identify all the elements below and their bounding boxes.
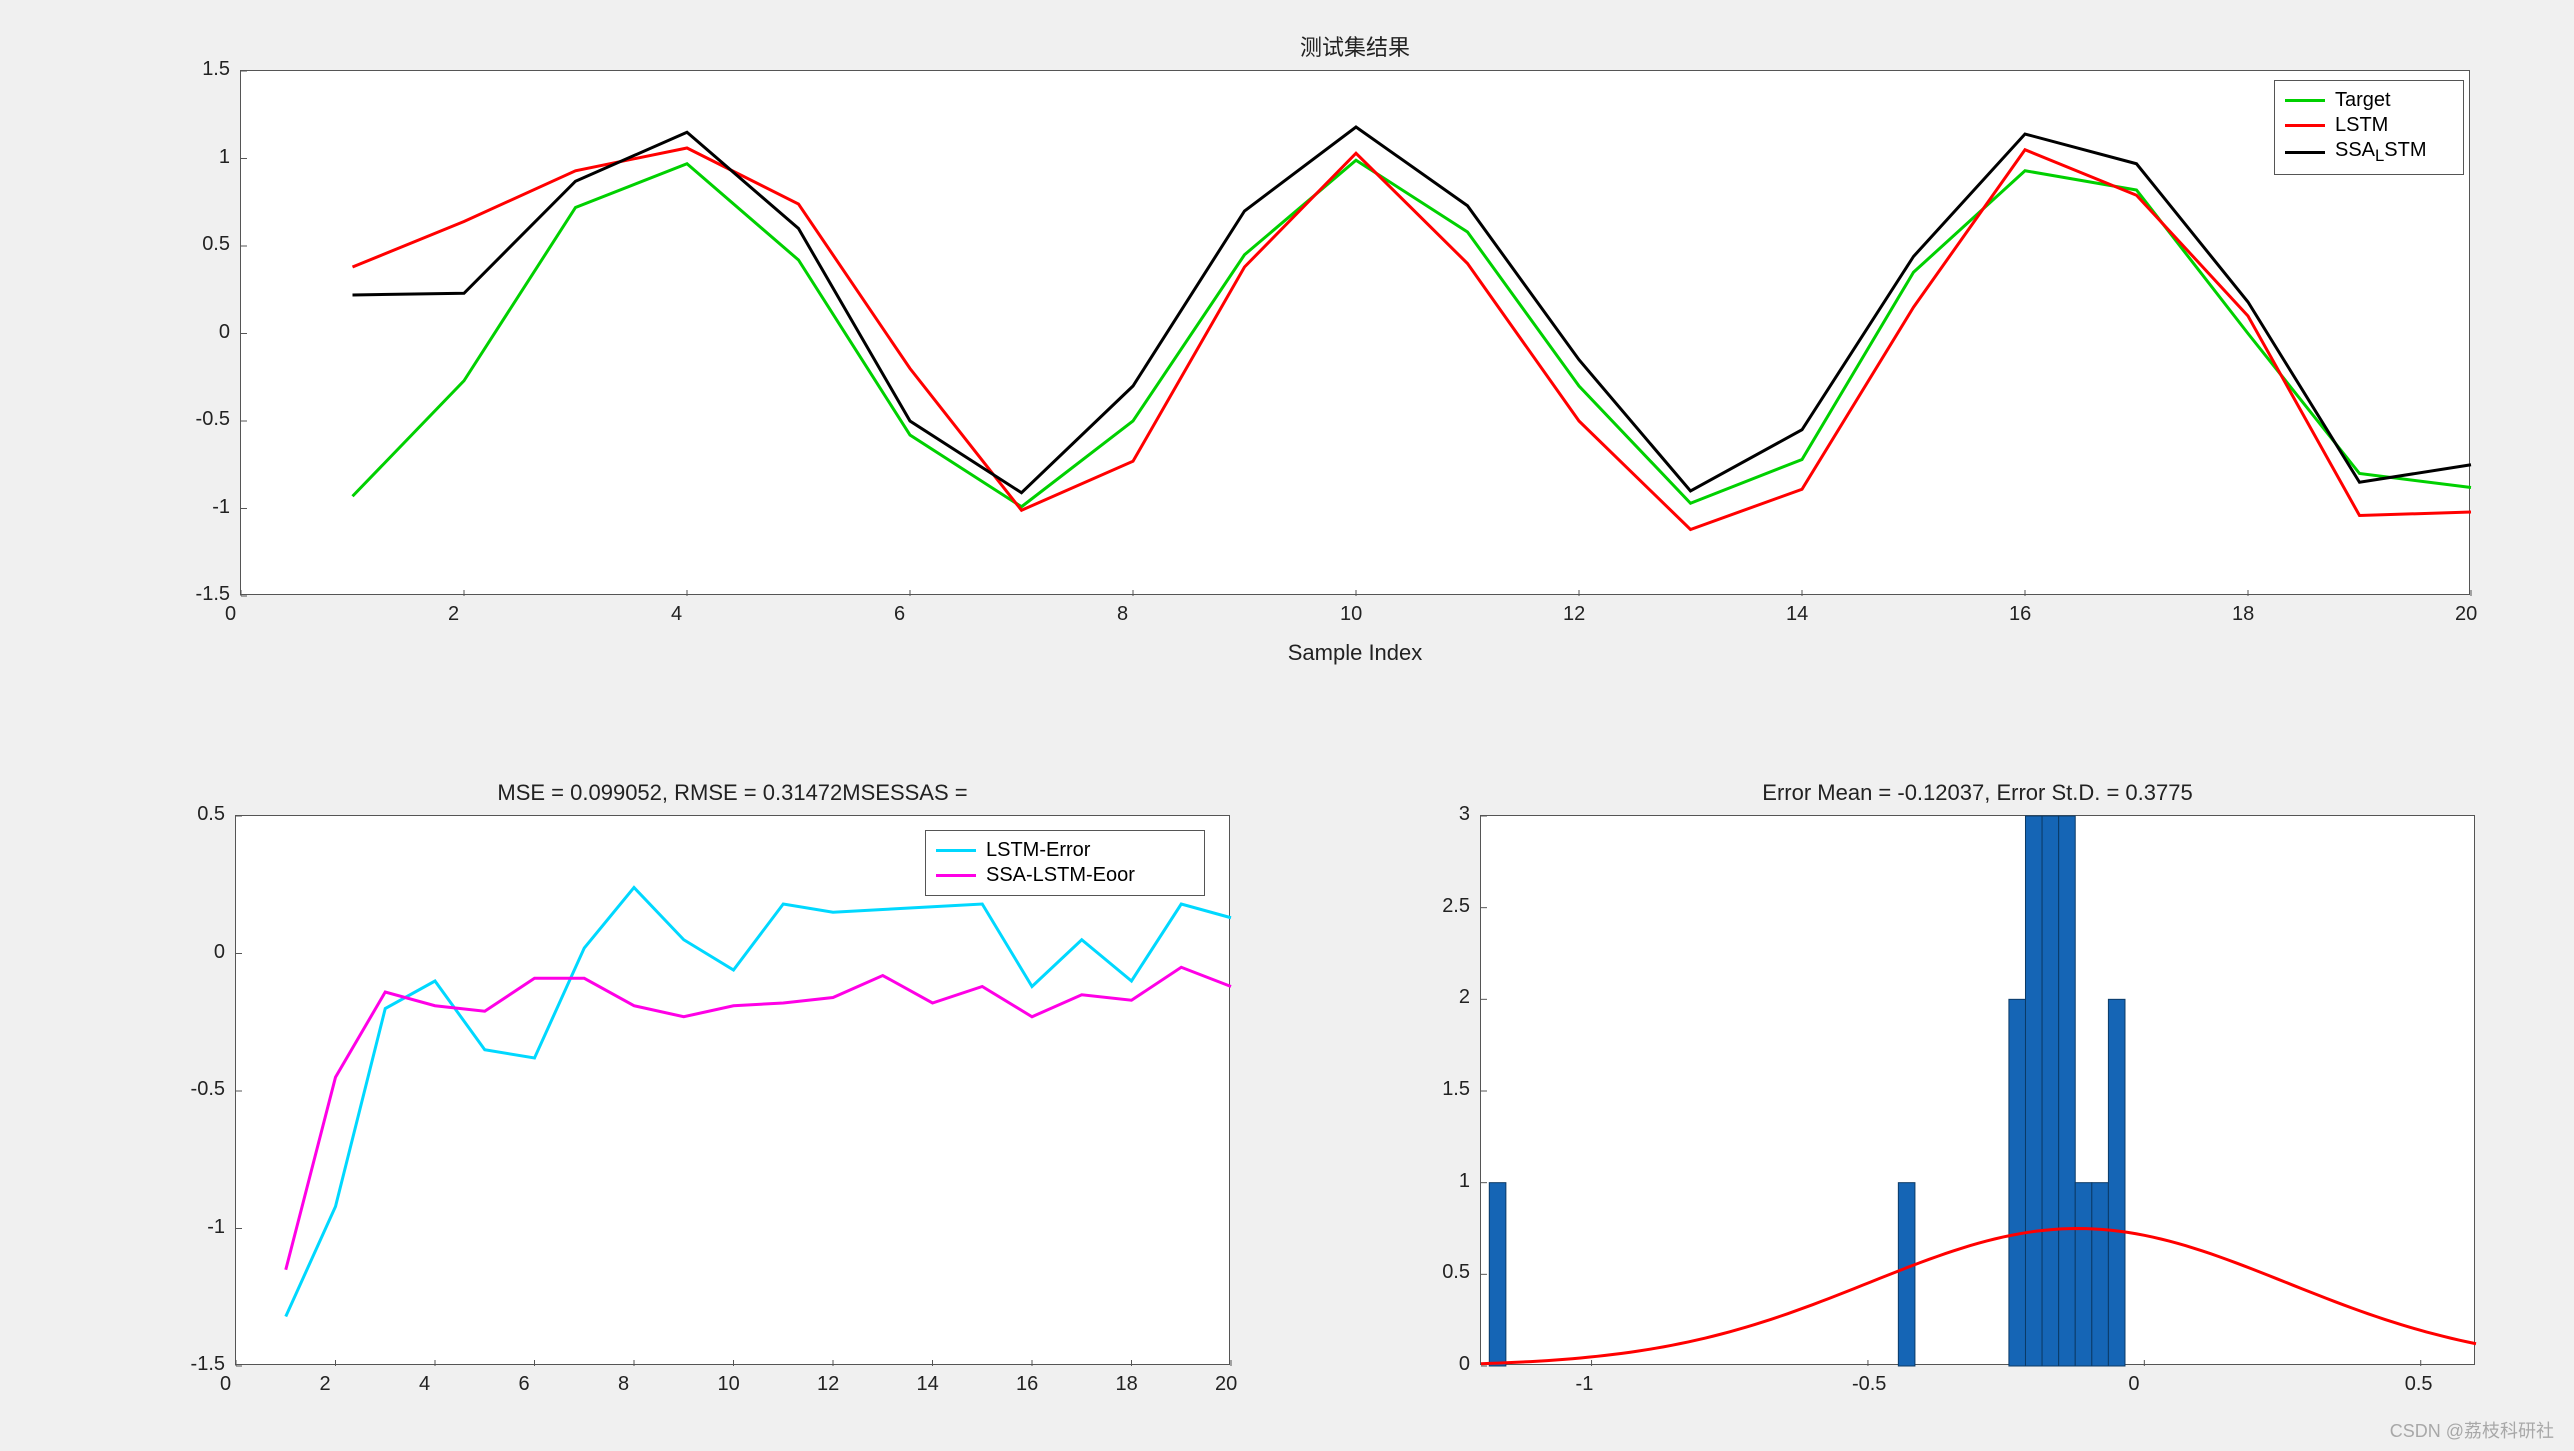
y-tick-label: 0 — [214, 941, 225, 964]
y-tick-label: -1 — [212, 496, 230, 519]
y-tick-label: -1 — [207, 1216, 225, 1239]
y-tick-label: -0.5 — [191, 1078, 225, 1101]
x-tick-label: 12 — [817, 1373, 839, 1396]
y-tick-label: 1 — [1459, 1170, 1470, 1193]
top-chart-svg — [241, 71, 2471, 596]
y-tick-label: 2 — [1459, 986, 1470, 1009]
gaussian-curve — [1481, 1229, 2476, 1364]
legend-item-ssa-error: SSA-LSTM-Eoor — [936, 864, 1194, 887]
x-tick-label: 16 — [1016, 1373, 1038, 1396]
legend-swatch-ssa-error — [936, 874, 976, 877]
x-tick-label: 14 — [917, 1373, 939, 1396]
x-tick-label: 10 — [1340, 603, 1362, 626]
series-line — [353, 127, 2472, 493]
bottom-right-chart-svg — [1481, 816, 2476, 1366]
legend-label-lstm-error: LSTM-Error — [986, 839, 1090, 862]
x-tick-label: 6 — [894, 603, 905, 626]
legend-item-target: Target — [2285, 89, 2453, 112]
x-tick-label: 20 — [2455, 603, 2477, 626]
x-tick-label: -0.5 — [1852, 1373, 1886, 1396]
series-line — [353, 148, 2472, 530]
y-tick-label: 0.5 — [197, 803, 225, 826]
hist-bar — [2059, 816, 2076, 1366]
legend-label-ssa-error: SSA-LSTM-Eoor — [986, 864, 1135, 887]
x-tick-label: 0 — [220, 1373, 231, 1396]
y-tick-label: 2.5 — [1442, 895, 1470, 918]
bottom-left-chart-legend: LSTM-Error SSA-LSTM-Eoor — [925, 830, 1205, 896]
bottom-right-chart-axes — [1480, 815, 2475, 1365]
x-tick-label: 0 — [225, 603, 236, 626]
series-line — [286, 888, 1231, 1317]
x-tick-label: 20 — [1215, 1373, 1237, 1396]
y-tick-label: 3 — [1459, 803, 1470, 826]
x-tick-label: 10 — [718, 1373, 740, 1396]
legend-item-ssa: SSALSTM — [2285, 139, 2453, 166]
hist-bar — [2042, 816, 2059, 1366]
x-tick-label: 12 — [1563, 603, 1585, 626]
legend-swatch-lstm — [2285, 124, 2325, 127]
y-tick-label: -1.5 — [196, 583, 230, 606]
bottom-right-chart-title: Error Mean = -0.12037, Error St.D. = 0.3… — [1480, 780, 2475, 806]
hist-bar — [2009, 999, 2026, 1366]
x-tick-label: 2 — [320, 1373, 331, 1396]
hist-bar — [1898, 1183, 1915, 1366]
series-line — [286, 967, 1231, 1270]
y-tick-label: 0 — [219, 321, 230, 344]
x-tick-label: 2 — [448, 603, 459, 626]
hist-bar — [1489, 1183, 1506, 1366]
y-tick-label: -1.5 — [191, 1353, 225, 1376]
bottom-left-chart-title: MSE = 0.099052, RMSE = 0.31472MSESSAS = — [235, 780, 1230, 806]
legend-swatch-target — [2285, 99, 2325, 102]
x-tick-label: 0 — [2128, 1373, 2139, 1396]
y-tick-label: 1.5 — [1442, 1078, 1470, 1101]
x-tick-label: -1 — [1576, 1373, 1594, 1396]
x-tick-label: 8 — [618, 1373, 629, 1396]
x-tick-label: 4 — [419, 1373, 430, 1396]
top-chart-title: 测试集结果 — [240, 30, 2470, 62]
legend-label-lstm: LSTM — [2335, 114, 2388, 137]
legend-item-lstm-error: LSTM-Error — [936, 839, 1194, 862]
x-tick-label: 18 — [1116, 1373, 1138, 1396]
figure: 测试集结果 Sample Index 02468101214161820-1.5… — [0, 0, 2574, 1451]
top-chart-axes — [240, 70, 2470, 595]
x-tick-label: 4 — [671, 603, 682, 626]
legend-label-target: Target — [2335, 89, 2391, 112]
hist-bar — [2075, 1183, 2092, 1366]
y-tick-label: 1 — [219, 146, 230, 169]
y-tick-label: -0.5 — [196, 408, 230, 431]
x-tick-label: 0.5 — [2405, 1373, 2433, 1396]
x-tick-label: 8 — [1117, 603, 1128, 626]
y-tick-label: 0 — [1459, 1353, 1470, 1376]
hist-bar — [2092, 1183, 2109, 1366]
y-tick-label: 0.5 — [202, 233, 230, 256]
x-tick-label: 16 — [2009, 603, 2031, 626]
y-tick-label: 1.5 — [202, 58, 230, 81]
top-chart-xlabel: Sample Index — [240, 640, 2470, 666]
legend-swatch-ssa — [2285, 151, 2325, 154]
legend-swatch-lstm-error — [936, 849, 976, 852]
watermark-text: CSDN @荔枝科研社 — [2390, 1417, 2554, 1443]
hist-bar — [2025, 816, 2042, 1366]
top-chart-legend: Target LSTM SSALSTM — [2274, 80, 2464, 175]
y-tick-label: 0.5 — [1442, 1261, 1470, 1284]
x-tick-label: 18 — [2232, 603, 2254, 626]
legend-item-lstm: LSTM — [2285, 114, 2453, 137]
legend-label-ssa: SSALSTM — [2335, 139, 2427, 166]
x-tick-label: 6 — [519, 1373, 530, 1396]
hist-bar — [2108, 999, 2125, 1366]
x-tick-label: 14 — [1786, 603, 1808, 626]
bottom-left-chart-svg — [236, 816, 1231, 1366]
bottom-left-chart-axes — [235, 815, 1230, 1365]
